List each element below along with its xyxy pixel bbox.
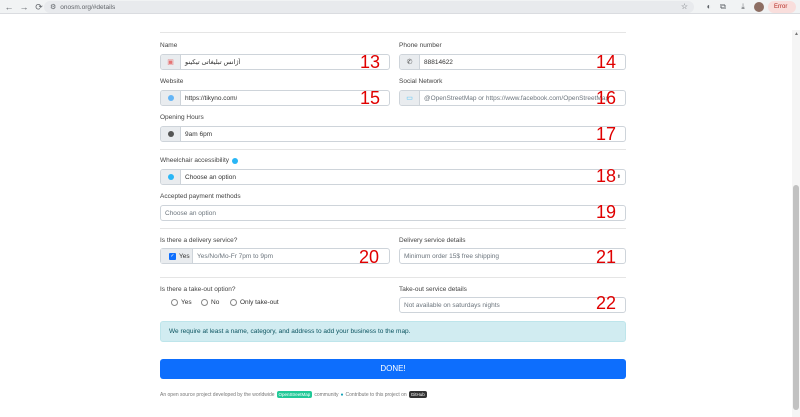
phone-input[interactable]: ✆ 88814622 [399, 54, 626, 70]
clock-icon [161, 127, 181, 141]
delivery-checkbox[interactable]: ✓ [169, 252, 176, 260]
takeout-radio-no[interactable]: No [201, 299, 219, 306]
wheelchair-select[interactable]: Choose an option ⬍ [160, 169, 626, 185]
delivery-checkbox-addon: ✓ Yes [161, 249, 193, 263]
takeout-option-label: Yes [181, 299, 192, 306]
payment-label: Accepted payment methods [160, 193, 241, 200]
required-notice: We require at least a name, category, an… [160, 321, 626, 342]
wheelchair-label: Wheelchair accessibility [160, 157, 229, 164]
phone-value: 88814622 [424, 58, 453, 66]
delivery-input-group: ✓ Yes Yes/No/Mo-Fr 7pm to 9pm [160, 248, 390, 264]
delivery-input[interactable]: Yes/No/Mo-Fr 7pm to 9pm [193, 253, 273, 260]
payment-select[interactable]: Choose an option [160, 205, 626, 221]
delivery-check-label: Yes [179, 252, 190, 260]
info-icon[interactable] [232, 157, 238, 164]
marker-19: 19 [596, 202, 617, 222]
marker-13: 13 [360, 52, 381, 72]
forward-icon[interactable]: → [18, 1, 30, 13]
radio-button[interactable] [201, 299, 208, 306]
done-button[interactable]: DONE! [160, 359, 626, 379]
accessibility-icon [161, 170, 181, 184]
phone-label: Phone number [399, 42, 442, 49]
select-arrows-icon: ⬍ [616, 174, 621, 180]
bookmark-star-icon[interactable]: ☆ [681, 1, 688, 13]
delivery-details-input[interactable]: Minimum order 15$ free shipping [399, 248, 626, 264]
wheelchair-placeholder: Choose an option [185, 173, 236, 181]
takeout-radio-only[interactable]: Only take-out [230, 299, 279, 306]
radio-button[interactable] [171, 299, 178, 306]
takeout-details-input[interactable]: Not available on saturdays nights [399, 297, 626, 313]
website-label: Website [160, 78, 184, 85]
payment-placeholder: Choose an option [165, 209, 216, 217]
marker-14: 14 [596, 52, 617, 72]
globe-icon [161, 91, 181, 105]
name-input[interactable]: ▣ آژانس تبلیغاتی تیکینو [160, 54, 390, 70]
extensions-puzzle-icon[interactable]: ⧉ [718, 2, 728, 12]
extension-icon[interactable]: ◐ [704, 2, 714, 12]
profile-avatar[interactable] [754, 2, 764, 12]
heart-icon: ● [340, 391, 344, 398]
social-placeholder: @OpenStreetMap or https://www.facebook.c… [424, 94, 610, 102]
social-label: Social Network [399, 78, 443, 85]
url-text: onosm.org/#details [60, 3, 116, 11]
delivery-details-placeholder: Minimum order 15$ free shipping [404, 252, 500, 260]
marker-16: 16 [596, 88, 617, 108]
website-input[interactable]: https://tikyno.com/ [160, 90, 390, 106]
radio-button[interactable] [230, 299, 237, 306]
divider [160, 277, 626, 278]
marker-17: 17 [596, 124, 617, 144]
divider [160, 32, 626, 33]
delivery-label: Is there a delivery service? [160, 237, 238, 244]
phone-icon: ✆ [400, 55, 420, 69]
takeout-radio-yes[interactable]: Yes [171, 299, 192, 306]
github-badge[interactable]: GitHub [408, 391, 427, 398]
back-icon[interactable]: ← [3, 1, 15, 13]
marker-15: 15 [360, 88, 381, 108]
hours-label: Opening Hours [160, 114, 204, 121]
site-info-icon[interactable]: ⚙ [50, 3, 56, 11]
scrollbar-thumb[interactable] [793, 185, 799, 410]
marker-20: 20 [359, 247, 380, 267]
hours-value: 9am 6pm [185, 130, 213, 138]
footer: An open source project developed by the … [160, 391, 429, 398]
takeout-option-label: Only take-out [240, 299, 279, 306]
error-chip[interactable]: Error [768, 1, 796, 13]
osm-badge[interactable]: OpenStreetMap [276, 391, 313, 398]
marker-22: 22 [596, 293, 617, 313]
name-label: Name [160, 42, 178, 49]
download-icon[interactable]: ⤓ [738, 2, 748, 12]
store-icon: ▣ [161, 55, 181, 69]
delivery-details-label: Delivery service details [399, 237, 466, 244]
takeout-label: Is there a take-out option? [160, 286, 236, 293]
marker-18: 18 [596, 166, 617, 186]
name-value: آژانس تبلیغاتی تیکینو [185, 59, 241, 66]
footer-text: Contribute to this project on [345, 391, 407, 398]
hours-input[interactable]: 9am 6pm [160, 126, 626, 142]
chat-icon: ▭ [400, 91, 420, 105]
footer-text: community [314, 391, 339, 398]
divider [160, 149, 626, 150]
wheelchair-label-row: Wheelchair accessibility [160, 157, 238, 164]
marker-21: 21 [596, 247, 617, 267]
website-value: https://tikyno.com/ [185, 94, 238, 102]
scroll-up-icon[interactable]: ▲ [794, 31, 799, 37]
takeout-details-placeholder: Not available on saturdays nights [404, 301, 500, 309]
footer-text: An open source project developed by the … [160, 391, 275, 398]
address-bar[interactable]: ⚙ onosm.org/#details ☆ [44, 1, 694, 13]
takeout-option-label: No [211, 299, 220, 306]
social-input[interactable]: ▭ @OpenStreetMap or https://www.facebook… [399, 90, 626, 106]
divider [160, 228, 626, 229]
takeout-details-label: Take-out service details [399, 286, 467, 293]
